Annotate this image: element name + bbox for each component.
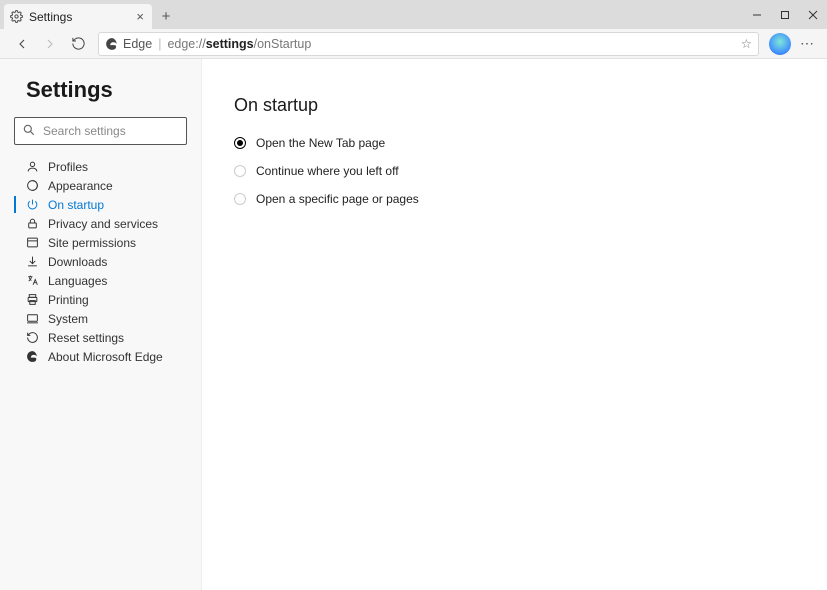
radio-specific-pages[interactable]: Open a specific page or pages [234,192,795,206]
sidebar-item-label: Site permissions [48,236,136,250]
download-icon [24,255,40,268]
radio-button-icon [234,193,246,205]
edge-logo-icon [24,350,40,363]
person-icon [24,160,40,173]
sidebar-item-label: Privacy and services [48,217,158,231]
page-heading: On startup [234,95,795,116]
sidebar-item-downloads[interactable]: Downloads [14,252,187,271]
window-maximize-button[interactable] [771,0,799,29]
sidebar-item-printing[interactable]: Printing [14,290,187,309]
browser-tab[interactable]: Settings × [4,4,152,29]
favorite-icon[interactable]: ☆ [741,36,752,51]
power-icon [24,198,40,211]
sidebar-item-label: System [48,312,88,326]
settings-sidebar: Settings Profiles Appearance On startup … [0,59,202,590]
sidebar-item-appearance[interactable]: Appearance [14,176,187,195]
sidebar-item-site-permissions[interactable]: Site permissions [14,233,187,252]
address-separator: | [158,37,161,51]
tab-close-icon[interactable]: × [134,9,146,24]
sidebar-item-label: On startup [48,198,104,212]
sidebar-item-label: Languages [48,274,107,288]
site-name-label: Edge [123,37,152,51]
gear-icon [10,10,23,23]
radio-label: Open a specific page or pages [256,192,419,206]
more-menu-button[interactable]: ⋯ [795,35,819,52]
address-bar[interactable]: Edge | edge://settings/onStartup ☆ [98,32,759,56]
forward-button[interactable] [36,30,64,58]
appearance-icon [24,179,40,192]
radio-continue[interactable]: Continue where you left off [234,164,795,178]
profile-avatar[interactable] [769,33,791,55]
window-titlebar: Settings × + [0,0,827,29]
refresh-button[interactable] [64,30,92,58]
window-close-button[interactable] [799,0,827,29]
address-url: edge://settings/onStartup [167,37,311,51]
settings-title: Settings [26,77,187,103]
printer-icon [24,293,40,306]
settings-nav: Profiles Appearance On startup Privacy a… [14,157,187,366]
edge-icon [105,37,119,51]
sidebar-item-label: Profiles [48,160,88,174]
lock-icon [24,217,40,230]
search-settings-input[interactable] [14,117,187,145]
sidebar-item-label: Printing [48,293,89,307]
sidebar-item-profiles[interactable]: Profiles [14,157,187,176]
browser-toolbar: Edge | edge://settings/onStartup ☆ ⋯ [0,29,827,59]
sidebar-item-label: Appearance [48,179,113,193]
radio-button-icon [234,137,246,149]
language-icon [24,274,40,287]
sidebar-item-label: Reset settings [48,331,124,345]
sidebar-item-on-startup[interactable]: On startup [14,195,187,214]
radio-label: Continue where you left off [256,164,399,178]
sidebar-item-label: About Microsoft Edge [48,350,163,364]
site-icon [24,236,40,249]
settings-main: On startup Open the New Tab page Continu… [202,59,827,590]
sidebar-item-about[interactable]: About Microsoft Edge [14,347,187,366]
radio-open-new-tab[interactable]: Open the New Tab page [234,136,795,150]
window-minimize-button[interactable] [743,0,771,29]
sidebar-item-reset[interactable]: Reset settings [14,328,187,347]
radio-button-icon [234,165,246,177]
radio-label: Open the New Tab page [256,136,385,150]
sidebar-item-label: Downloads [48,255,107,269]
tab-title: Settings [29,10,134,24]
sidebar-item-privacy[interactable]: Privacy and services [14,214,187,233]
system-icon [24,312,40,325]
sidebar-item-system[interactable]: System [14,309,187,328]
new-tab-button[interactable]: + [152,4,180,29]
back-button[interactable] [8,30,36,58]
sidebar-item-languages[interactable]: Languages [14,271,187,290]
reset-icon [24,331,40,344]
startup-radio-group: Open the New Tab page Continue where you… [234,136,795,206]
